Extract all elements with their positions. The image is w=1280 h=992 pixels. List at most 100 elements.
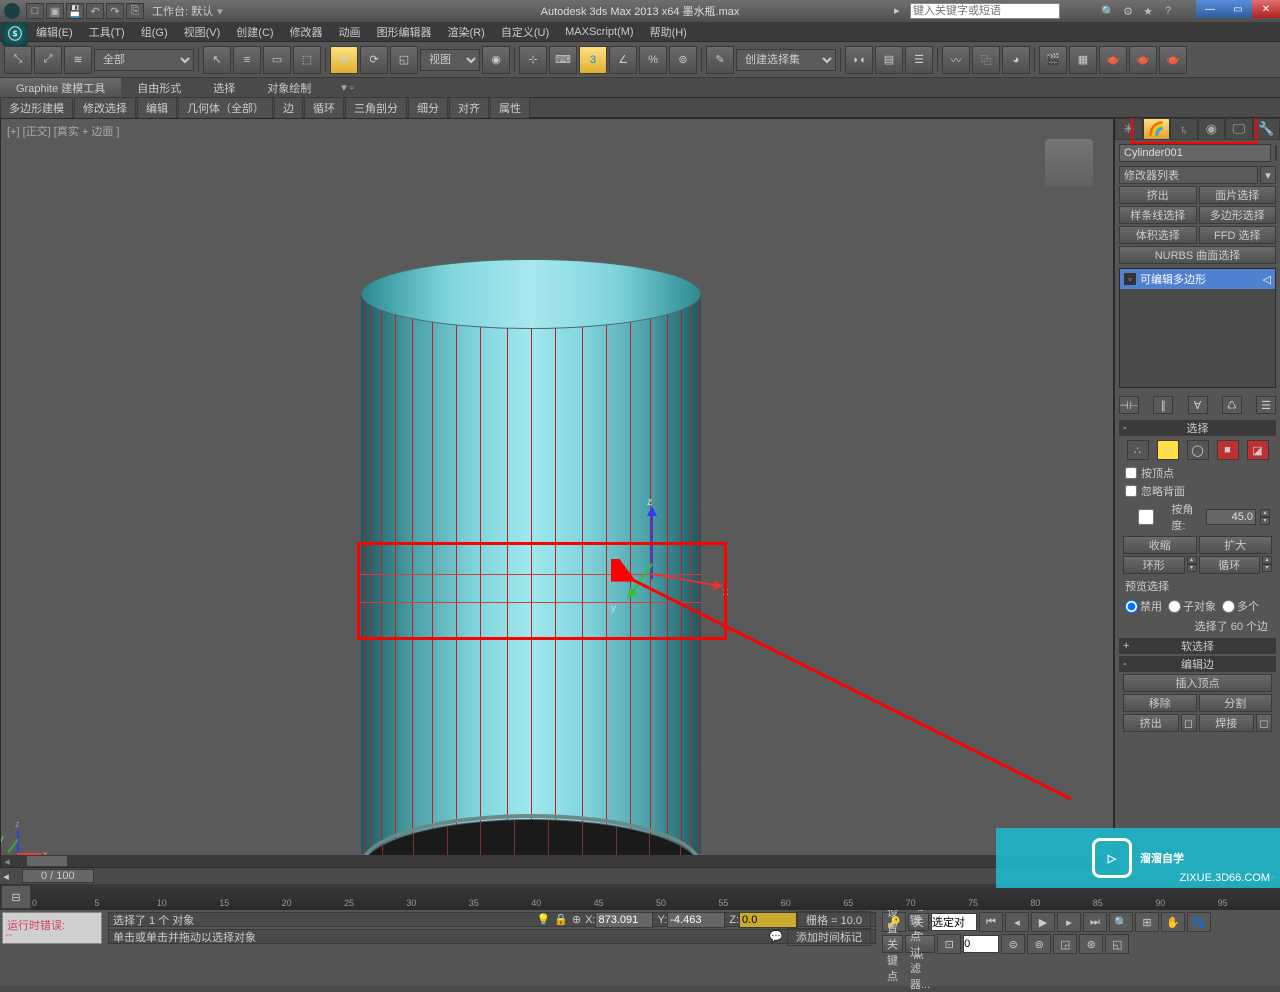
make-unique-icon[interactable]: ∀: [1188, 396, 1208, 414]
goto-start-icon[interactable]: ⏮: [979, 912, 1003, 932]
panel-props[interactable]: 属性: [490, 97, 530, 119]
tab-hierarchy-icon[interactable]: ♄: [1170, 118, 1198, 140]
object-color-swatch[interactable]: [1275, 145, 1277, 161]
render-icon[interactable]: 🫖: [1099, 46, 1127, 74]
panel-align[interactable]: 对齐: [449, 97, 489, 119]
select-move-icon[interactable]: ✥: [330, 46, 358, 74]
time-config-icon[interactable]: ⊜: [1001, 934, 1025, 954]
mirror-icon[interactable]: ◗◖: [845, 46, 873, 74]
weld-settings-icon[interactable]: ◻: [1256, 714, 1272, 732]
nav-max-icon[interactable]: ◱: [1105, 934, 1129, 954]
play-icon[interactable]: ▶: [1031, 912, 1055, 932]
minimize-button[interactable]: —: [1196, 0, 1224, 18]
pivot-center-icon[interactable]: ◉: [482, 46, 510, 74]
panel-tri[interactable]: 三角剖分: [345, 97, 407, 119]
viewport-label[interactable]: [+] [正交] [真实 + 边面 ]: [7, 123, 119, 139]
panel-loops[interactable]: 循环: [304, 97, 344, 119]
tab-display-icon[interactable]: 🖵: [1225, 118, 1253, 140]
set-key-button[interactable]: 设置关键点: [882, 935, 903, 953]
manipulate-icon[interactable]: ⊹: [519, 46, 547, 74]
key-mode-icon[interactable]: ⊡: [937, 934, 961, 954]
spinner-buttons[interactable]: ▴▾: [1260, 509, 1270, 525]
angle-snap-icon[interactable]: ∠: [609, 46, 637, 74]
ring-spin[interactable]: ▴▾: [1187, 556, 1197, 574]
panel-geometry[interactable]: 几何体（全部）: [178, 97, 273, 119]
configure-sets-icon[interactable]: ☰: [1256, 396, 1276, 414]
object-name-input[interactable]: [1119, 144, 1271, 162]
loop-button[interactable]: 循环: [1199, 556, 1261, 574]
save-icon[interactable]: 💾: [66, 3, 84, 19]
stack-expand-icon[interactable]: ▫: [1124, 273, 1136, 285]
panel-edit[interactable]: 编辑: [137, 97, 177, 119]
z-input[interactable]: [739, 912, 797, 928]
menu-views[interactable]: 视图(V): [178, 22, 227, 42]
insert-vertex-button[interactable]: 插入顶点: [1123, 674, 1272, 692]
time-slider[interactable]: 0 / 100: [22, 869, 94, 883]
menu-create[interactable]: 创建(C): [230, 22, 279, 42]
panel-subdiv[interactable]: 细分: [408, 97, 448, 119]
favorites-icon[interactable]: ★: [1140, 3, 1156, 19]
panel-poly-modeling[interactable]: 多边形建模: [0, 97, 73, 119]
extrude-button[interactable]: 挤出: [1123, 714, 1179, 732]
spinner-snap-icon[interactable]: ⊚: [669, 46, 697, 74]
element-mode-icon[interactable]: ◪: [1247, 440, 1269, 460]
stack-active-icon[interactable]: ◁: [1263, 273, 1271, 286]
menu-group[interactable]: 组(G): [135, 22, 174, 42]
search-icon[interactable]: 🔍: [1100, 3, 1116, 19]
tab-selection[interactable]: 选择: [197, 78, 251, 98]
tab-paint[interactable]: 对象绘制: [251, 78, 327, 98]
radio-multi[interactable]: 多个: [1222, 598, 1259, 614]
comm-center-icon[interactable]: ⚙: [1120, 3, 1136, 19]
key-filters-button[interactable]: 关键点过滤器...: [905, 935, 935, 953]
loop-spin[interactable]: ▴▾: [1262, 556, 1272, 574]
tab-freeform[interactable]: 自由形式: [121, 78, 197, 98]
tab-utilities-icon[interactable]: 🔧: [1253, 118, 1280, 140]
curve-editor-icon[interactable]: 〰: [942, 46, 970, 74]
preset-nurbs-sel[interactable]: NURBS 曲面选择: [1119, 246, 1276, 264]
stack-editable-poly[interactable]: ▫ 可编辑多边形 ◁: [1120, 269, 1275, 289]
prev-frame-icon[interactable]: ◂: [1005, 912, 1029, 932]
menu-edit[interactable]: 编辑(E): [30, 22, 79, 42]
material-editor-icon[interactable]: ◕: [1002, 46, 1030, 74]
rectangular-region-icon[interactable]: ▭: [263, 46, 291, 74]
rollout-head-soft[interactable]: +软选择: [1119, 638, 1276, 654]
pin-stack-icon[interactable]: ⊣⊢: [1119, 396, 1139, 414]
vertex-mode-icon[interactable]: ∴: [1127, 440, 1149, 460]
percent-snap-icon[interactable]: %: [639, 46, 667, 74]
grow-button[interactable]: 扩大: [1199, 536, 1273, 554]
help-search[interactable]: ▸: [910, 3, 1060, 19]
track-mini-curve-icon[interactable]: ⊟: [1, 885, 31, 909]
select-rotate-icon[interactable]: ⟳: [360, 46, 388, 74]
preset-ffd-sel[interactable]: FFD 选择: [1199, 226, 1277, 244]
nav-walk-icon[interactable]: 👣: [1187, 912, 1211, 932]
panel-edges[interactable]: 边: [274, 97, 303, 119]
workspace-selector[interactable]: 工作台: 默认: [152, 3, 213, 19]
by-angle-checkbox[interactable]: [1125, 509, 1167, 525]
help-icon[interactable]: ?: [1160, 3, 1176, 19]
render-preset-icon[interactable]: 🫖: [1129, 46, 1157, 74]
maximize-button[interactable]: ▭: [1224, 0, 1252, 18]
render-prod-icon[interactable]: 🫖: [1159, 46, 1187, 74]
nav-arc-icon[interactable]: ⊛: [1079, 934, 1103, 954]
preset-patch-sel[interactable]: 面片选择: [1199, 186, 1277, 204]
weld-button[interactable]: 焊接: [1199, 714, 1255, 732]
menu-customize[interactable]: 自定义(U): [495, 22, 555, 42]
ignore-backfacing-checkbox[interactable]: 忽略背面: [1119, 482, 1276, 500]
select-object-icon[interactable]: ↖: [203, 46, 231, 74]
current-frame-input[interactable]: [963, 935, 999, 953]
viewport[interactable]: [+] [正交] [真实 + 边面 ]: [0, 118, 1114, 868]
lock-icon[interactable]: 💡: [536, 913, 550, 926]
project-icon[interactable]: ⎘: [126, 3, 144, 19]
workspace-dropdown-icon[interactable]: ▾: [217, 5, 223, 18]
application-button[interactable]: ⓢ: [2, 22, 28, 46]
selected-dropdown[interactable]: [931, 913, 977, 931]
lock-selection-icon[interactable]: 🔒: [554, 913, 568, 926]
viewport-scrollbar[interactable]: ◂ ▸: [1, 855, 1113, 867]
ring-button[interactable]: 环形: [1123, 556, 1185, 574]
open-icon[interactable]: ▣: [46, 3, 64, 19]
selection-filter[interactable]: 全部: [94, 49, 194, 71]
rollout-head-selection[interactable]: -选择: [1119, 420, 1276, 436]
edge-mode-icon[interactable]: ◁: [1157, 440, 1179, 460]
select-link-icon[interactable]: ⤡: [4, 46, 32, 74]
nav-orbit-icon[interactable]: ⊚: [1027, 934, 1051, 954]
